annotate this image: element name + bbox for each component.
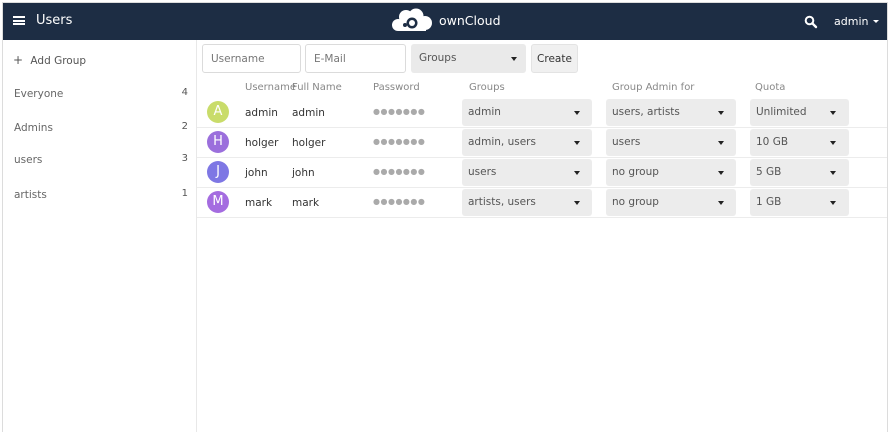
sidebar: + Add Group Everyone 4 Admins 2 users 3 … <box>3 40 197 432</box>
group-name: users <box>14 154 43 166</box>
avatar: M <box>207 191 229 213</box>
caret-down-icon <box>830 141 836 145</box>
main-content: Groups Create Username Full Name Passwor… <box>197 40 887 432</box>
quota-select-value: 5 GB <box>756 166 782 178</box>
app-window: Users ownCloud admin + Add Group Everyon… <box>2 2 888 432</box>
table-row: H holger holger ●●●●●●● admin, users use… <box>197 128 887 158</box>
quota-select-value: 10 GB <box>756 136 789 148</box>
quota-select-value: 1 GB <box>756 196 782 208</box>
group-name: Everyone <box>14 88 64 100</box>
caret-down-icon <box>574 141 580 145</box>
app-title: Users <box>36 13 73 28</box>
groups-select[interactable]: artists, users <box>462 189 592 216</box>
plus-icon: + <box>13 53 24 67</box>
column-header-password: Password <box>373 82 420 93</box>
caret-down-icon <box>718 201 724 205</box>
sidebar-group-users[interactable]: users 3 <box>3 150 197 172</box>
avatar: A <box>207 101 229 123</box>
groups-select-value: Groups <box>419 52 457 64</box>
column-header-quota: Quota <box>755 82 786 93</box>
sidebar-group-artists[interactable]: artists 1 <box>3 185 197 207</box>
groups-select[interactable]: Groups <box>411 44 526 73</box>
fullname-cell[interactable]: admin <box>292 107 325 119</box>
caret-down-icon <box>574 111 580 115</box>
add-group-label: Add Group <box>30 55 87 67</box>
fullname-cell[interactable]: holger <box>292 137 325 149</box>
hamburger-icon <box>13 16 25 25</box>
group-count: 2 <box>181 121 188 132</box>
username-cell: admin <box>245 107 278 119</box>
groups-select[interactable]: admin <box>462 99 592 126</box>
groups-select-value: admin <box>468 106 501 118</box>
caret-down-icon <box>574 201 580 205</box>
groups-select-value: users <box>468 166 497 178</box>
group-admin-select[interactable]: users, artists <box>606 99 736 126</box>
group-admin-select[interactable]: users <box>606 129 736 156</box>
column-header-groups: Groups <box>469 82 505 93</box>
password-cell[interactable]: ●●●●●●● <box>373 107 425 116</box>
header-bar: Users ownCloud admin <box>3 3 887 40</box>
groups-select-value: artists, users <box>468 196 536 208</box>
username-cell: mark <box>245 197 273 209</box>
group-count: 1 <box>181 188 188 199</box>
avatar: H <box>207 131 229 153</box>
quota-select-value: Unlimited <box>756 106 807 118</box>
group-admin-select-value: no group <box>612 166 659 178</box>
user-menu-label: admin <box>834 15 869 28</box>
caret-down-icon <box>718 111 724 115</box>
create-button[interactable]: Create <box>531 44 578 73</box>
caret-down-icon <box>574 171 580 175</box>
email-input[interactable] <box>305 44 406 73</box>
username-input[interactable] <box>202 44 301 73</box>
group-count: 4 <box>181 87 188 98</box>
column-header-username: Username <box>245 82 296 93</box>
cloud-logo-icon <box>392 8 432 31</box>
password-cell[interactable]: ●●●●●●● <box>373 167 425 176</box>
caret-down-icon <box>830 171 836 175</box>
group-name: artists <box>14 189 47 201</box>
brand-name: ownCloud <box>439 12 501 28</box>
groups-select[interactable]: users <box>462 159 592 186</box>
owncloud-logo[interactable]: ownCloud <box>389 8 501 32</box>
password-cell[interactable]: ●●●●●●● <box>373 137 425 146</box>
quota-select[interactable]: 10 GB <box>750 129 849 156</box>
table-row: J john john ●●●●●●● users no group 5 GB <box>197 158 887 188</box>
search-icon[interactable] <box>803 14 819 30</box>
column-header-fullname: Full Name <box>292 82 342 93</box>
fullname-cell[interactable]: john <box>292 167 315 179</box>
group-count: 3 <box>181 153 188 164</box>
quota-select[interactable]: Unlimited <box>750 99 849 126</box>
group-admin-select-value: no group <box>612 196 659 208</box>
caret-down-icon <box>511 57 517 61</box>
password-cell[interactable]: ●●●●●●● <box>373 197 425 206</box>
caret-down-icon <box>830 201 836 205</box>
group-name: Admins <box>14 122 53 134</box>
caret-down-icon <box>873 20 880 23</box>
username-cell: john <box>245 167 268 179</box>
add-group-button[interactable]: + Add Group <box>13 53 86 67</box>
column-header-group-admin: Group Admin for <box>612 82 695 93</box>
group-admin-select-value: users, artists <box>612 106 680 118</box>
quota-select[interactable]: 1 GB <box>750 189 849 216</box>
caret-down-icon <box>718 171 724 175</box>
fullname-cell[interactable]: mark <box>292 197 319 209</box>
table-row: A admin admin ●●●●●●● admin users, artis… <box>197 98 887 128</box>
user-menu[interactable]: admin <box>834 15 880 28</box>
group-admin-select[interactable]: no group <box>606 159 736 186</box>
group-admin-select[interactable]: no group <box>606 189 736 216</box>
avatar: J <box>207 161 229 183</box>
quota-select[interactable]: 5 GB <box>750 159 849 186</box>
table-row: M mark mark ●●●●●●● artists, users no gr… <box>197 188 887 218</box>
groups-select-value: admin, users <box>468 136 536 148</box>
group-admin-select-value: users <box>612 136 641 148</box>
caret-down-icon <box>830 111 836 115</box>
app-menu-button[interactable]: Users <box>13 13 72 28</box>
sidebar-group-admins[interactable]: Admins 2 <box>3 118 197 140</box>
groups-select[interactable]: admin, users <box>462 129 592 156</box>
sidebar-group-everyone[interactable]: Everyone 4 <box>3 84 197 106</box>
username-cell: holger <box>245 137 279 149</box>
caret-down-icon <box>718 141 724 145</box>
